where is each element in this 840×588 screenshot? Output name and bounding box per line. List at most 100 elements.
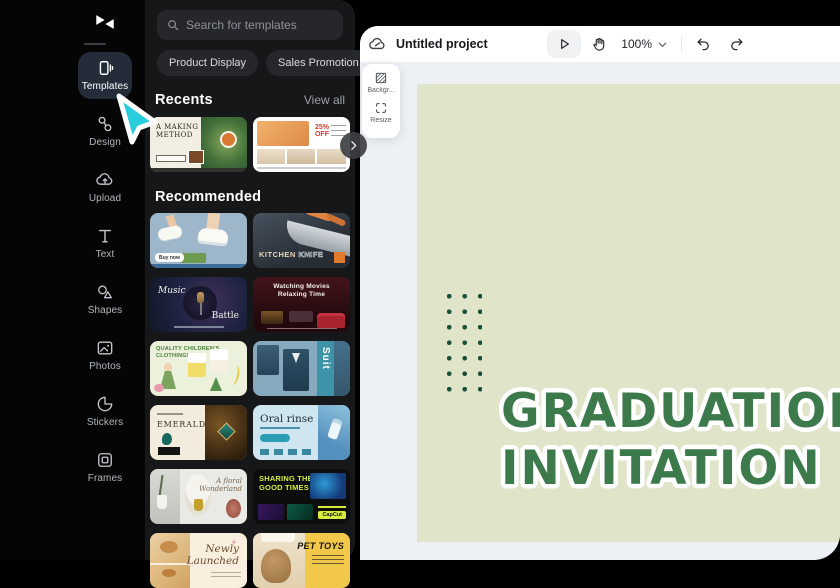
background-tool-button[interactable]: Backgr... <box>362 71 400 94</box>
thumb-art <box>257 345 279 375</box>
sidebar-item-design[interactable]: Design <box>78 108 132 155</box>
thumb-title: Oral rinse <box>260 413 313 425</box>
zoom-control[interactable]: 100% <box>621 37 668 51</box>
sidebar-item-frames[interactable]: Frames <box>78 444 132 491</box>
thumb-art <box>156 155 186 162</box>
sidebar-item-upload[interactable]: Upload <box>78 164 132 211</box>
sidebar-item-label: Photos <box>78 361 132 372</box>
thumb-art <box>287 504 313 520</box>
filter-chips: Product Display Sales Promotion <box>157 50 343 76</box>
template-thumb-music-battle[interactable]: Music Battle <box>150 277 247 332</box>
thumb-art <box>211 572 241 580</box>
thumb-title: SHARING THEGOOD TIMES <box>259 475 313 492</box>
thumb-art <box>197 227 229 246</box>
thumb-art <box>164 363 172 371</box>
thumb-art <box>158 447 180 455</box>
thumb-title: KITCHEN KNIFE <box>259 250 323 259</box>
thumb-art <box>318 506 346 508</box>
thumb-art <box>188 150 204 164</box>
chip-product-display[interactable]: Product Display <box>157 50 258 76</box>
search-field[interactable] <box>186 18 341 32</box>
recents-header: Recents View all <box>155 92 345 108</box>
sidebar-item-label: Stickers <box>78 417 132 428</box>
thumb-button: Buy now <box>155 253 184 262</box>
thumb-art <box>317 313 345 328</box>
template-thumb-sharing-good-times[interactable]: SHARING THEGOOD TIMES CapCut <box>253 469 350 524</box>
template-thumb-suit[interactable]: Suit <box>253 341 350 396</box>
chip-sales-promotion[interactable]: Sales Promotion <box>266 50 371 76</box>
sidebar-item-text[interactable]: Text <box>78 220 132 267</box>
view-all-link[interactable]: View all <box>304 93 345 107</box>
canvas-title-text[interactable]: GRADUATIONINVITATION <box>501 383 840 497</box>
resize-tool-button[interactable]: Resize <box>362 101 400 124</box>
thumb-title: A floralWonderland <box>199 477 242 493</box>
thumb-art <box>180 253 206 263</box>
thumb-art <box>287 149 315 164</box>
template-thumb-home-interior-sale[interactable]: 25%OFF <box>253 117 350 172</box>
thumb-art <box>260 427 300 429</box>
template-thumb-kitchen-knife[interactable]: KITCHEN KNIFE <box>253 213 350 268</box>
play-icon <box>556 36 572 52</box>
thumb-art <box>157 495 167 509</box>
editor-workspace: Backgr... Resize GRADUATIONINVITATION <box>360 62 840 560</box>
template-thumb-tea-making-method[interactable]: A MAKINGMETHOD <box>150 117 247 172</box>
recommended-header: Recommended <box>155 189 345 205</box>
sidebar-item-photos[interactable]: Photos <box>78 332 132 379</box>
upload-icon <box>78 170 132 190</box>
thumb-art <box>210 377 222 391</box>
search-icon <box>166 18 180 32</box>
thumb-art <box>150 565 190 588</box>
thumb-art <box>257 167 346 169</box>
thumb-art <box>260 434 290 442</box>
hand-tool-button[interactable] <box>591 36 608 53</box>
template-thumb-watching-movies[interactable]: Watching MoviesRelaxing Time <box>253 277 350 332</box>
sidebar-item-shapes[interactable]: Shapes <box>78 276 132 323</box>
template-thumb-floral-wonderland[interactable]: A floralWonderland <box>150 469 247 524</box>
thumb-art <box>226 499 241 518</box>
template-thumb-newly-launched[interactable]: NewlyLaunched <box>150 533 247 588</box>
resize-icon <box>362 101 400 115</box>
thumb-art <box>200 303 202 315</box>
thumb-art <box>194 499 203 511</box>
thumb-brand-tag: CapCut <box>318 511 346 519</box>
sidebar-item-label: Upload <box>78 193 132 204</box>
thumb-art <box>150 168 247 172</box>
recents-scroll-right-button[interactable] <box>340 132 367 159</box>
capcut-logo[interactable] <box>78 11 132 33</box>
thumb-art <box>157 413 183 415</box>
template-thumb-sneakers[interactable]: Buy now <box>150 213 247 268</box>
redo-button[interactable] <box>728 36 745 53</box>
template-thumb-oral-rinse[interactable]: Oral rinse <box>253 405 350 460</box>
cloud-save-icon[interactable] <box>368 35 387 54</box>
template-thumb-children-clothing[interactable]: QUALITY CHILDREN'SCLOTHING! <box>150 341 247 396</box>
sidebar-item-stickers[interactable]: Stickers <box>78 388 132 435</box>
thumb-title: Battle <box>212 311 239 321</box>
templates-icon <box>78 58 132 78</box>
design-canvas[interactable]: GRADUATIONINVITATION <box>417 84 840 542</box>
project-title[interactable]: Untitled project <box>396 37 488 51</box>
undo-button[interactable] <box>695 36 712 53</box>
thumb-title: Watching MoviesRelaxing Time <box>253 283 350 299</box>
template-thumb-emerald[interactable]: EMERALD <box>150 405 247 460</box>
sidebar-item-label: Shapes <box>78 305 132 316</box>
thumb-art <box>334 341 350 396</box>
recents-row: A MAKINGMETHOD 25%OFF <box>150 117 355 172</box>
sidebar: Templates Design Upload Text Shapes <box>0 0 145 560</box>
thumb-title: A MAKINGMETHOD <box>156 123 198 139</box>
background-icon <box>362 71 400 85</box>
template-thumb-pet-toys[interactable]: PET TOYS <box>253 533 350 588</box>
thumb-art <box>174 326 224 328</box>
search-input[interactable] <box>157 10 343 40</box>
preview-play-button[interactable] <box>547 30 581 58</box>
thumb-art <box>160 541 178 553</box>
thumb-art <box>197 292 204 303</box>
zoom-level: 100% <box>621 37 652 51</box>
sidebar-item-label: Templates <box>78 81 132 92</box>
chevron-right-icon <box>347 139 360 152</box>
thumb-art <box>267 328 337 330</box>
sidebar-item-templates[interactable]: Templates <box>78 52 132 99</box>
dots-pattern <box>447 294 482 392</box>
toolbar-divider <box>681 36 682 52</box>
thumb-art <box>261 549 291 583</box>
thumb-badge: 25%OFF <box>315 124 329 138</box>
